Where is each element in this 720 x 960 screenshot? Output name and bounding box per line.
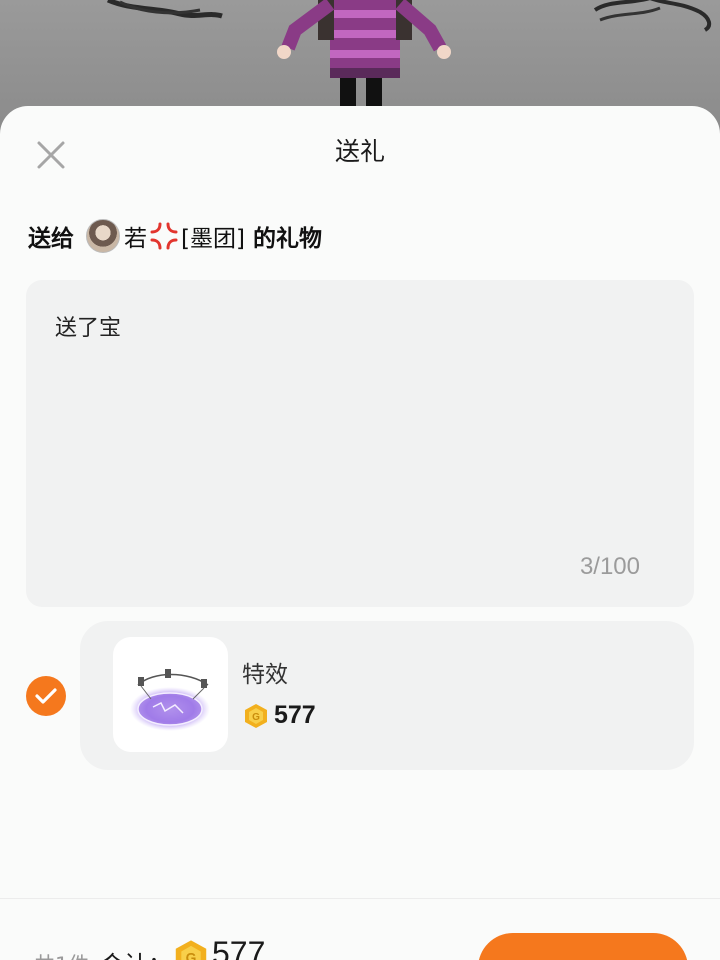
svg-text:G: G xyxy=(252,712,260,723)
gift-select-checkbox[interactable] xyxy=(26,676,66,716)
recipient-name: 若 xyxy=(124,226,147,252)
send-to-suffix: 的礼物 xyxy=(252,226,322,252)
item-count: 共1件 xyxy=(34,949,89,960)
coin-icon: G xyxy=(244,703,268,729)
message-text: 送了宝 xyxy=(55,316,122,341)
total-coin-icon: G xyxy=(174,939,208,960)
anger-emoji-icon xyxy=(149,221,179,251)
total-label: 合计： xyxy=(100,945,172,960)
send-gift-button[interactable] xyxy=(478,933,688,960)
recipient-avatar xyxy=(86,219,120,253)
gift-thumbnail xyxy=(113,637,228,752)
gift-price-value: 577 xyxy=(274,701,316,729)
effect-gift-icon xyxy=(130,669,210,731)
svg-text:G: G xyxy=(186,950,197,960)
footer-bar: 共1件 合计： G 577 xyxy=(0,899,720,960)
recipient-tag: [墨团] xyxy=(181,226,245,252)
gift-sheet: 送礼 送给 若 [墨团] 的礼物 送了宝 3/100 特效 G 577 G 57… xyxy=(0,106,720,960)
gift-name: 特效 xyxy=(242,662,288,688)
message-input[interactable]: 送了宝 3/100 xyxy=(26,280,694,607)
total-value: 577 xyxy=(212,935,266,960)
send-to-prefix: 送给 xyxy=(28,226,74,252)
gift-price: G 577 xyxy=(244,701,316,730)
message-char-counter: 3/100 xyxy=(579,553,640,580)
sheet-title: 送礼 xyxy=(334,137,385,166)
gift-card[interactable]: 特效 G 577 xyxy=(80,621,694,770)
checkmark-icon xyxy=(35,688,57,704)
send-to-line: 送给 若 [墨团] 的礼物 xyxy=(28,218,322,254)
